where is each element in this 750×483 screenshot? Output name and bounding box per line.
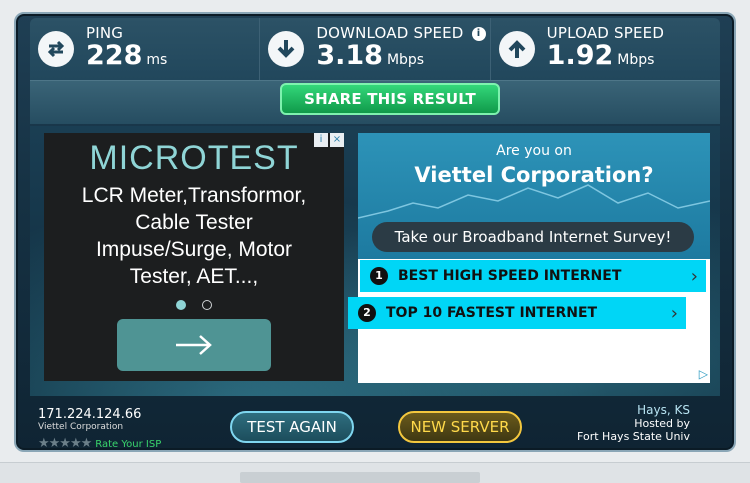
share-result-button[interactable]: SHARE THIS RESULT [280, 83, 500, 115]
isp-survey-ad[interactable]: Are you on Viettel Corporation? Take our… [348, 133, 710, 383]
isp-info: 171.224.124.66 Viettel Corporation ★★★★★… [38, 407, 161, 451]
download-value: 3.18 [316, 40, 383, 71]
ad-play-icon[interactable]: ▷ [699, 367, 708, 381]
ad-line: Tester, AET..., [129, 265, 259, 288]
ad-next-button[interactable] [117, 319, 271, 371]
ad-body-text: LCR Meter,Transformor, Cable Tester Impu… [44, 182, 344, 290]
isp-name: Viettel Corporation [38, 422, 124, 432]
sync-arrows-icon [38, 31, 74, 67]
arrow-right-icon [176, 335, 212, 355]
metrics-bar: PING 228 ms DOWNLOAD SPEED i 3.18 Mbps UPLO… [30, 18, 720, 80]
upload-metric: UPLOAD SPEED 1.92 Mbps [490, 18, 720, 80]
ad-line: LCR Meter,Transformor, [81, 184, 307, 207]
rating-stars[interactable]: ★★★★★ [38, 436, 92, 451]
carousel-dot[interactable] [202, 300, 212, 310]
adchoices-info-icon[interactable]: i [314, 133, 328, 147]
ad-brand-title: MICROTEST [89, 139, 299, 177]
survey-question-small: Are you on [496, 143, 572, 159]
download-arrow-icon [268, 31, 305, 67]
list-item-label: TOP 10 FASTEST INTERNET [386, 305, 598, 321]
host-info: Hays, KS Hosted by Fort Hays State Univ [577, 403, 690, 443]
upload-arrow-icon [498, 31, 535, 67]
isp-ip: 171.224.124.66 [38, 407, 142, 422]
rate-isp-link[interactable]: Rate Your ISP [95, 439, 161, 450]
bottom-bar: 171.224.124.66 Viettel Corporation ★★★★★… [30, 403, 720, 451]
chevron-right-icon: › [670, 302, 678, 324]
upload-value: 1.92 [546, 40, 614, 71]
download-unit: Mbps [386, 52, 425, 68]
survey-button[interactable]: Take our Broadband Internet Survey! [372, 222, 694, 252]
survey-banner: Are you on Viettel Corporation? Take our… [358, 133, 710, 259]
host-name: Fort Hays State Univ [577, 430, 690, 443]
test-again-button[interactable]: TEST AGAIN [230, 411, 354, 443]
info-icon[interactable]: i [471, 27, 486, 41]
microtest-ad[interactable]: i × MICROTEST LCR Meter,Transformor, Cab… [44, 133, 344, 381]
adchoices-close-icon[interactable]: × [330, 133, 344, 147]
ping-unit: ms [146, 52, 168, 68]
host-city: Hays, KS [637, 403, 690, 417]
adchoices[interactable]: i × [314, 133, 344, 147]
footer-tab [240, 472, 480, 483]
carousel-dot-active[interactable] [176, 300, 186, 310]
ping-value: 228 [86, 40, 143, 71]
share-bar: SHARE THIS RESULT [30, 80, 720, 124]
list-item-label: BEST HIGH SPEED INTERNET [398, 268, 622, 284]
chevron-right-icon: › [690, 265, 698, 287]
ad-line: Impuse/Surge, Motor [95, 238, 293, 261]
list-number: 2 [358, 304, 376, 322]
new-server-button[interactable]: NEW SERVER [398, 411, 522, 443]
upload-unit: Mbps [617, 52, 655, 68]
list-item[interactable]: 1 BEST HIGH SPEED INTERNET › [360, 260, 706, 292]
ad-line: Cable Tester [135, 211, 253, 234]
download-metric: DOWNLOAD SPEED i 3.18 Mbps [260, 18, 491, 80]
ping-metric: PING 228 ms [30, 18, 261, 80]
list-item[interactable]: 2 TOP 10 FASTEST INTERNET › [348, 297, 686, 329]
list-number: 1 [370, 267, 388, 285]
hosted-by-label: Hosted by [634, 417, 690, 430]
carousel-dots [44, 300, 344, 310]
